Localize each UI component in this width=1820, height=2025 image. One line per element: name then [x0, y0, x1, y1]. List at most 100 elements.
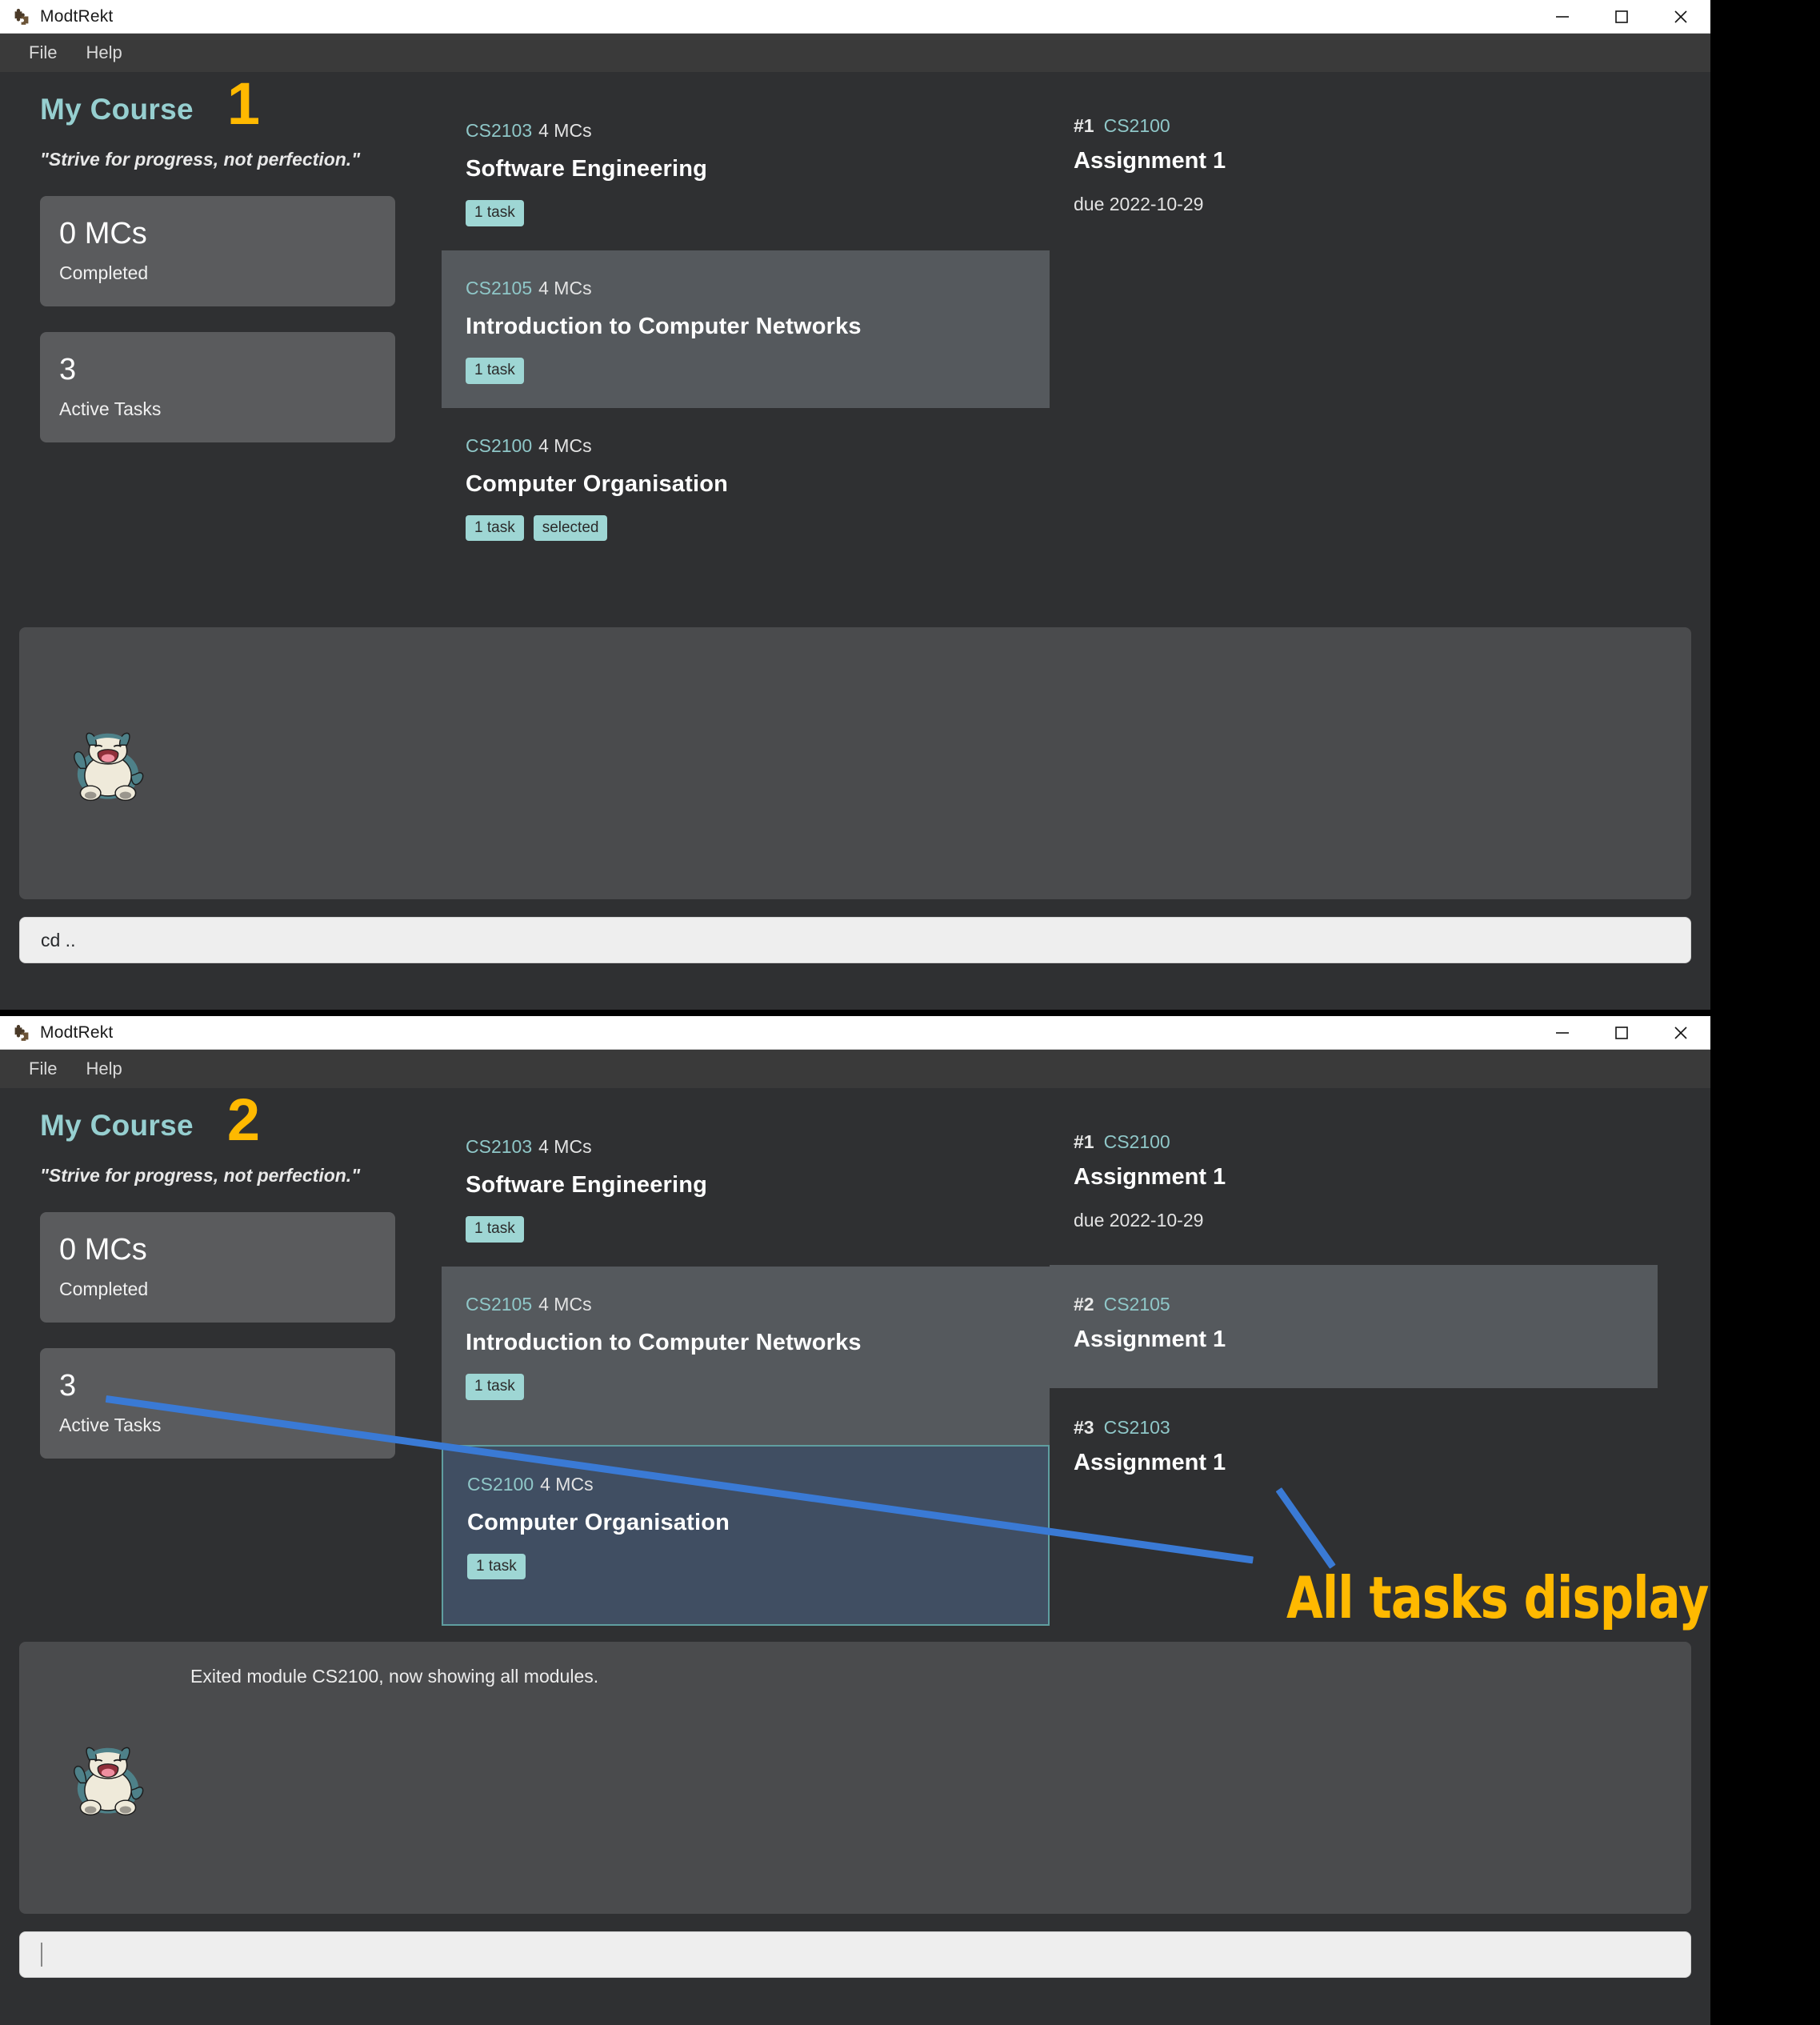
- module-list: CS2103 4 MCs Software Engineering 1 task …: [442, 1109, 1050, 1627]
- module-mcs: 4 MCs: [538, 1136, 592, 1157]
- module-mcs: 4 MCs: [538, 1293, 592, 1315]
- module-badges: 1 task: [466, 1373, 1026, 1400]
- stat-label: Active Tasks: [59, 1415, 162, 1435]
- task-module-code: CS2105: [1103, 1294, 1170, 1315]
- command-input[interactable]: [19, 1931, 1691, 1979]
- course-header: My Course 1: [40, 74, 442, 133]
- task-index-number: #1: [1074, 1131, 1094, 1152]
- console-output: [19, 627, 1691, 900]
- menu-item-file[interactable]: File: [14, 1054, 71, 1084]
- task-name: Assignment 1: [1074, 1164, 1226, 1190]
- module-meta: CS2100 4 MCs: [467, 1474, 1024, 1495]
- task-index: #3 CS2103: [1074, 1417, 1634, 1439]
- module-meta: CS2105 4 MCs: [466, 278, 1026, 299]
- stat-label: Completed: [59, 1279, 149, 1299]
- stat-value: 3: [59, 353, 77, 386]
- motivational-quote: "Strive for progress, not perfection.": [40, 1165, 361, 1186]
- module-card[interactable]: CS2100 4 MCs Computer Organisation 1 task: [442, 1444, 1050, 1627]
- snorlax-mascot-icon: [64, 1738, 152, 1818]
- task-count-badge: 1 task: [466, 357, 524, 384]
- module-badges: 1 task: [466, 1216, 1026, 1243]
- task-index: #1 CS2100: [1074, 115, 1634, 137]
- task-due-date: due 2022-10-29: [1074, 1210, 1204, 1231]
- sidebar: My Course 2 "Strive for progress, not pe…: [19, 1091, 442, 1626]
- title-bar: ModtRekt: [0, 0, 1710, 34]
- app-body: My Course 2 "Strive for progress, not pe…: [0, 1088, 1710, 1979]
- page-title: My Course: [40, 93, 194, 126]
- module-card[interactable]: CS2103 4 MCs Software Engineering 1 task: [442, 1109, 1050, 1267]
- task-card[interactable]: #1 CS2100 Assignment 1 due 2022-10-29: [1050, 1109, 1658, 1265]
- motivational-quote: "Strive for progress, not perfection.": [40, 149, 361, 170]
- screenshot-stage: ModtRekt File Help My Course 1 "Strive f…: [0, 0, 1820, 2025]
- console-message: Exited module CS2100, now showing all mo…: [190, 1666, 599, 1687]
- module-card[interactable]: CS2103 4 MCs Software Engineering 1 task: [442, 93, 1050, 250]
- module-mcs: 4 MCs: [538, 434, 592, 456]
- task-card[interactable]: #1 CS2100 Assignment 1 due 2022-10-29: [1050, 93, 1658, 262]
- task-module-code: CS2100: [1103, 1131, 1170, 1152]
- app-window-2: ModtRekt File Help My Course 2 "Strive f…: [0, 1016, 1710, 2025]
- puzzle-piece-icon: [11, 7, 30, 26]
- task-count-badge: 1 task: [466, 200, 524, 226]
- step-number-badge: 2: [226, 1087, 261, 1153]
- stat-card-active-tasks: 3 Active Tasks: [40, 1348, 395, 1459]
- task-due-date: due 2022-10-29: [1074, 194, 1204, 214]
- module-card[interactable]: CS2100 4 MCs Computer Organisation 1 task…: [442, 407, 1050, 594]
- module-mcs: 4 MCs: [538, 120, 592, 141]
- module-code: CS2103: [466, 1136, 533, 1157]
- task-index-number: #2: [1074, 1294, 1094, 1315]
- minimize-icon[interactable]: [1533, 0, 1592, 34]
- stat-label: Completed: [59, 262, 149, 283]
- stat-value: 3: [59, 1369, 77, 1403]
- maximize-icon[interactable]: [1592, 1016, 1651, 1050]
- stat-card-active-tasks: 3 Active Tasks: [40, 332, 395, 442]
- window-title: ModtRekt: [40, 6, 114, 26]
- menu-bar: File Help: [0, 1050, 1710, 1088]
- main-columns: My Course 2 "Strive for progress, not pe…: [0, 1088, 1710, 1627]
- command-bar: [19, 1931, 1691, 1979]
- task-index: #2 CS2105: [1074, 1294, 1634, 1315]
- stat-value: 0 MCs: [59, 1233, 147, 1267]
- module-meta: CS2100 4 MCs: [466, 435, 1026, 457]
- module-card[interactable]: CS2105 4 MCs Introduction to Computer Net…: [442, 1266, 1050, 1445]
- task-count-badge: 1 task: [467, 1553, 526, 1580]
- module-code: CS2100: [466, 434, 533, 456]
- module-name: Computer Organisation: [467, 1509, 730, 1535]
- task-index-number: #3: [1074, 1417, 1094, 1438]
- task-count-badge: 1 task: [466, 514, 524, 542]
- module-name: Software Engineering: [466, 1172, 708, 1198]
- maximize-icon[interactable]: [1592, 0, 1651, 34]
- module-card[interactable]: CS2105 4 MCs Introduction to Computer Net…: [442, 250, 1050, 408]
- task-list: #1 CS2100 Assignment 1 due 2022-10-29: [1050, 93, 1658, 594]
- close-icon[interactable]: [1651, 1016, 1710, 1050]
- step-number-badge: 1: [226, 70, 261, 137]
- command-bar: cd ..: [19, 917, 1691, 964]
- task-card[interactable]: #2 CS2105 Assignment 1: [1050, 1265, 1658, 1388]
- command-input[interactable]: cd ..: [19, 917, 1691, 964]
- module-meta: CS2103 4 MCs: [466, 120, 1026, 142]
- sidebar: My Course 1 "Strive for progress, not pe…: [19, 74, 442, 594]
- task-module-code: CS2100: [1103, 115, 1170, 136]
- module-name: Introduction to Computer Networks: [466, 313, 862, 339]
- menu-item-help[interactable]: Help: [71, 1054, 136, 1084]
- task-name: Assignment 1: [1074, 1327, 1226, 1352]
- module-code: CS2105: [466, 277, 533, 298]
- module-code: CS2100: [467, 1473, 534, 1495]
- title-bar: ModtRekt: [0, 1016, 1710, 1050]
- stat-label: Active Tasks: [59, 398, 162, 419]
- course-header: My Course 2: [40, 1091, 442, 1149]
- text-caret: [41, 1943, 42, 1967]
- command-input-value: cd ..: [41, 929, 76, 950]
- task-name: Assignment 1: [1074, 1450, 1226, 1475]
- page-title: My Course: [40, 1109, 194, 1142]
- menu-item-help[interactable]: Help: [71, 38, 136, 68]
- task-name: Assignment 1: [1074, 148, 1226, 174]
- app-window-1: ModtRekt File Help My Course 1 "Strive f…: [0, 0, 1710, 1010]
- task-card[interactable]: #3 CS2103 Assignment 1: [1050, 1388, 1658, 1511]
- menu-item-file[interactable]: File: [14, 38, 71, 68]
- task-index: #1 CS2100: [1074, 1131, 1634, 1153]
- main-columns: My Course 1 "Strive for progress, not pe…: [0, 72, 1710, 594]
- stat-card-completed: 0 MCs Completed: [40, 196, 395, 306]
- close-icon[interactable]: [1651, 0, 1710, 34]
- minimize-icon[interactable]: [1533, 1016, 1592, 1050]
- menu-bar: File Help: [0, 34, 1710, 72]
